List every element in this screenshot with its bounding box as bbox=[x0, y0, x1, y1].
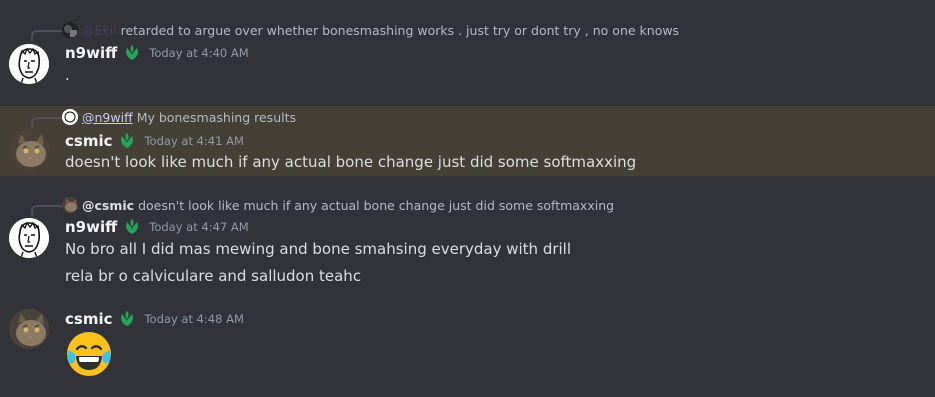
user-avatar[interactable] bbox=[9, 218, 49, 258]
reply-spine bbox=[31, 30, 63, 41]
reply-text[interactable]: My bonesmashing results bbox=[137, 110, 296, 125]
message-header: n9wiff Today at 4:47 AM bbox=[65, 218, 249, 236]
message-3[interactable]: @csmic doesn't look like much if any act… bbox=[0, 190, 935, 290]
message-4[interactable]: csmic Today at 4:48 AM bbox=[0, 300, 935, 397]
reply-avatar-icon bbox=[62, 22, 78, 38]
message-text: doesn't look like much if any actual bon… bbox=[65, 153, 637, 171]
message-2[interactable]: @n9wiff My bonesmashing results csmic To… bbox=[0, 106, 935, 176]
leaf-badge-icon[interactable] bbox=[123, 44, 141, 62]
message-text: rela br o calviculare and salludon teahc bbox=[65, 267, 362, 285]
leaf-badge-icon[interactable] bbox=[118, 310, 136, 328]
message-1[interactable]: @Ekil retarded to argue over whether bon… bbox=[0, 0, 935, 100]
reply-author[interactable]: @csmic bbox=[82, 198, 134, 213]
reply-reference[interactable]: @csmic doesn't look like much if any act… bbox=[62, 196, 614, 214]
user-avatar[interactable] bbox=[9, 309, 49, 349]
leaf-badge-icon[interactable] bbox=[118, 132, 136, 150]
username[interactable]: n9wiff bbox=[65, 218, 117, 236]
timestamp[interactable]: Today at 4:41 AM bbox=[144, 134, 243, 148]
reply-reference[interactable]: @n9wiff My bonesmashing results bbox=[62, 108, 296, 126]
reply-reference[interactable]: @Ekil retarded to argue over whether bon… bbox=[62, 21, 679, 39]
user-avatar[interactable] bbox=[9, 44, 49, 84]
message-header: n9wiff Today at 4:40 AM bbox=[65, 44, 249, 62]
username[interactable]: csmic bbox=[65, 132, 112, 150]
timestamp[interactable]: Today at 4:40 AM bbox=[149, 46, 248, 60]
reply-author[interactable]: @n9wiff bbox=[82, 110, 133, 125]
message-text: . bbox=[65, 66, 70, 84]
message-header: csmic Today at 4:41 AM bbox=[65, 132, 244, 150]
reply-spine bbox=[31, 205, 63, 216]
username[interactable]: n9wiff bbox=[65, 44, 117, 62]
reply-author[interactable]: @Ekil bbox=[82, 23, 117, 38]
reply-spine bbox=[31, 117, 63, 128]
timestamp[interactable]: Today at 4:47 AM bbox=[149, 220, 248, 234]
reply-avatar-icon bbox=[62, 197, 78, 213]
leaf-badge-icon[interactable] bbox=[123, 218, 141, 236]
message-header: csmic Today at 4:48 AM bbox=[65, 310, 244, 328]
timestamp[interactable]: Today at 4:48 AM bbox=[144, 312, 243, 326]
reply-text[interactable]: retarded to argue over whether bonesmash… bbox=[121, 23, 679, 38]
face-with-tears-of-joy-icon bbox=[65, 330, 113, 378]
username[interactable]: csmic bbox=[65, 310, 112, 328]
message-text: No bro all I did mas mewing and bone sma… bbox=[65, 240, 572, 258]
user-avatar[interactable] bbox=[9, 130, 49, 170]
reply-avatar-icon bbox=[62, 109, 78, 125]
reply-text[interactable]: doesn't look like much if any actual bon… bbox=[138, 198, 614, 213]
